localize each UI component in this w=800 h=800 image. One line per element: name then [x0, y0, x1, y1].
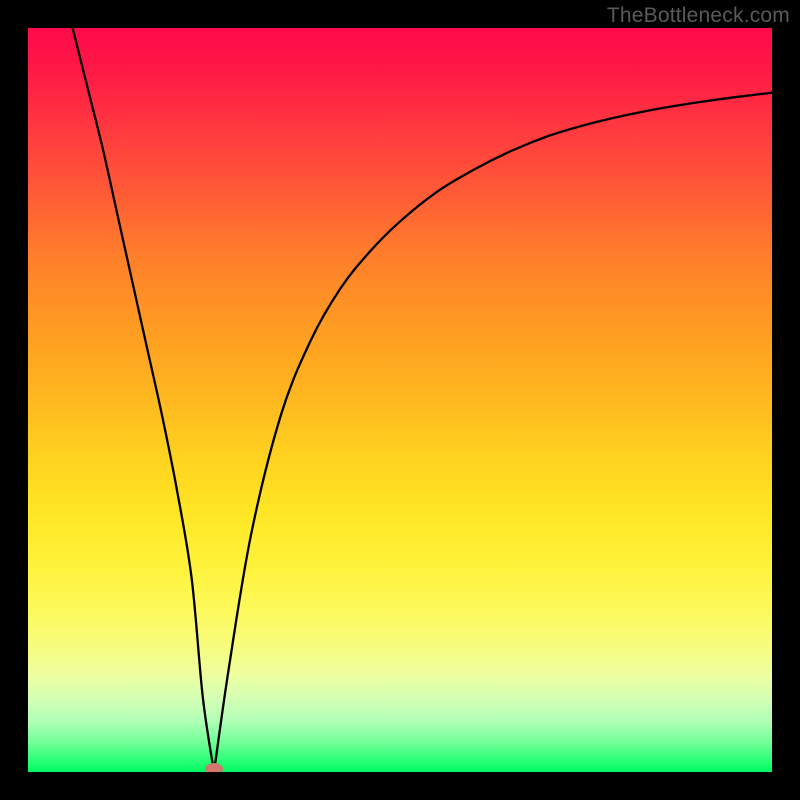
watermark-text: TheBottleneck.com	[607, 4, 790, 28]
chart-frame: TheBottleneck.com	[0, 0, 800, 800]
minimum-marker-icon	[205, 763, 223, 772]
bottleneck-curve	[73, 28, 772, 772]
plot-area	[28, 28, 772, 772]
curve-svg	[28, 28, 772, 772]
